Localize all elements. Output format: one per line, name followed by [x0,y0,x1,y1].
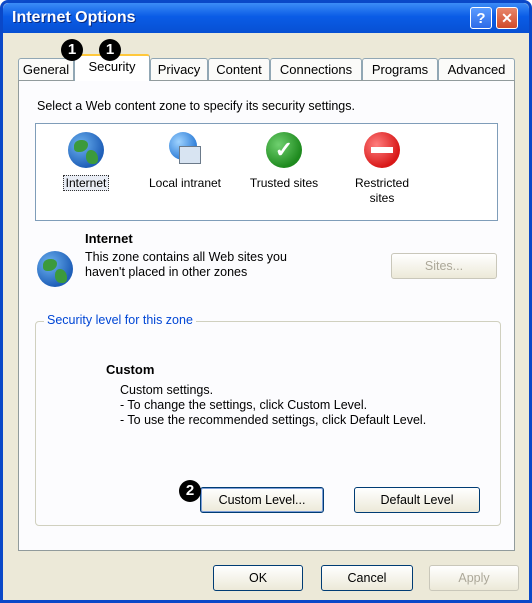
zone-list: Internet Local intranet ✓ Trusted sites … [35,123,498,221]
zone-local-intranet[interactable]: Local intranet [140,132,230,191]
tab-content[interactable]: Content [208,58,270,80]
internet-options-window: Internet Options ? ✕ General Security Pr… [0,0,532,603]
ok-button[interactable]: OK [213,565,303,591]
tab-programs[interactable]: Programs [362,58,438,80]
zone-restricted-label: Restricted [354,176,410,190]
default-level-button[interactable]: Default Level [354,487,480,513]
selected-zone-name: Internet [85,231,133,246]
custom-level-button[interactable]: Custom Level... [200,487,324,513]
tab-general[interactable]: General [18,58,74,80]
security-level-description: Custom settings. - To change the setting… [120,383,427,427]
cancel-button[interactable]: Cancel [321,565,413,591]
zone-internet-label: Internet [62,175,110,191]
zone-restricted-label-2: sites [369,191,395,205]
selected-zone-description: This zone contains all Web sites you hav… [85,250,287,279]
callout-badge-1b: 1 [99,39,121,61]
no-entry-icon [364,132,400,168]
security-level-name: Custom [106,362,155,377]
title-bar[interactable]: Internet Options ? ✕ [3,3,529,33]
zone-trusted-sites[interactable]: ✓ Trusted sites [240,132,328,191]
zone-trusted-sites-label: Trusted sites [249,176,319,190]
security-level-group: Security level for this zone Custom Cust… [35,313,501,526]
callout-badge-1: 1 [61,39,83,61]
tab-advanced[interactable]: Advanced [438,58,515,80]
apply-button[interactable]: Apply [429,565,519,591]
intranet-icon [165,132,205,168]
security-level-title: Security level for this zone [44,313,196,327]
checkmark-icon: ✓ [266,132,302,168]
zone-prompt: Select a Web content zone to specify its… [37,99,355,113]
close-button[interactable]: ✕ [496,7,518,29]
sites-button[interactable]: Sites... [391,253,497,279]
window-title: Internet Options [12,9,136,26]
zone-restricted-sites[interactable]: Restricted sites [340,132,424,206]
tab-connections[interactable]: Connections [270,58,362,80]
security-tab-panel: Select a Web content zone to specify its… [18,80,515,551]
callout-badge-2: 2 [179,480,201,502]
tab-privacy[interactable]: Privacy [150,58,208,80]
zone-internet[interactable]: Internet [56,132,116,191]
globe-icon [68,132,104,168]
zone-local-intranet-label: Local intranet [148,176,222,190]
selected-zone-info: Internet This zone contains all Web site… [37,231,497,291]
help-button[interactable]: ? [470,7,492,29]
globe-icon [37,251,73,287]
